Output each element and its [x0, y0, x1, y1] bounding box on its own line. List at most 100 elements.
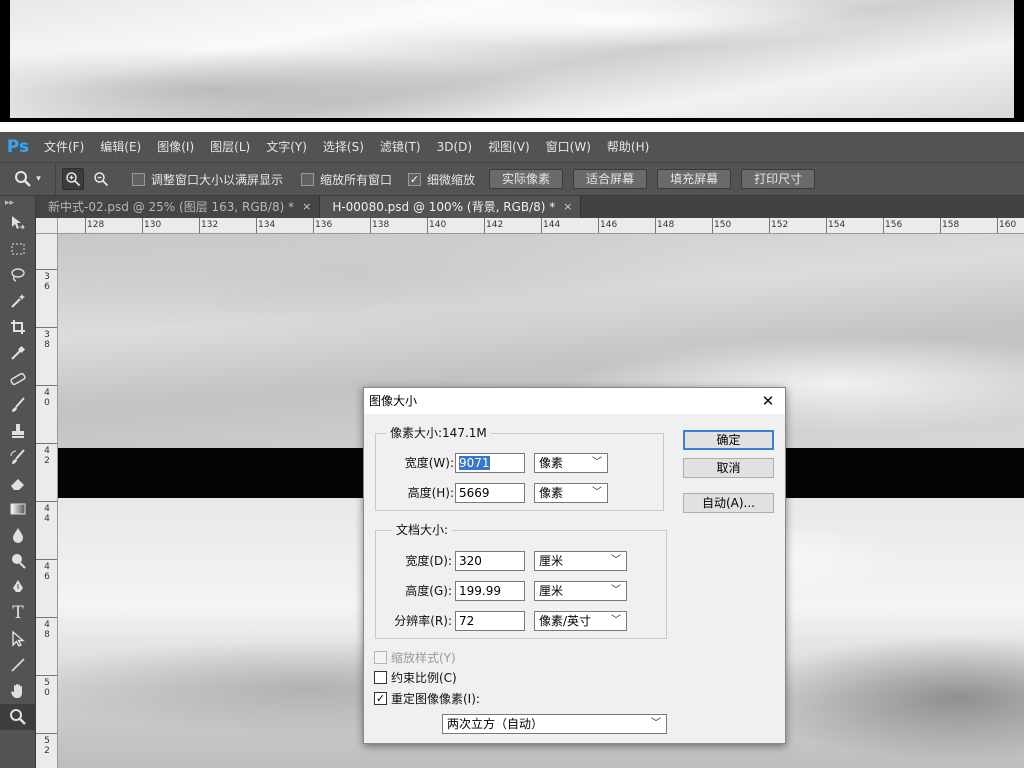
cancel-button[interactable]: 取消	[683, 458, 774, 478]
checkbox-box	[132, 172, 145, 186]
pixel-width-input[interactable]: 9071	[455, 453, 525, 473]
resample-method-select[interactable]: 两次立方（自动） ﹀	[442, 714, 667, 734]
constrain-proportions-checkbox[interactable]: 约束比例(C)	[374, 669, 457, 685]
clone-stamp-tool[interactable]	[0, 418, 36, 444]
scale-styles-checkbox[interactable]: 缩放样式(Y)	[374, 649, 456, 665]
ruler-tick-label: 128	[87, 220, 105, 230]
zoom-in-icon	[66, 172, 81, 187]
doc-height-unit-select[interactable]: 厘米 ﹀	[534, 581, 627, 601]
menu-type[interactable]: 文字(Y)	[258, 132, 315, 162]
ruler-tick-label: 138	[372, 220, 390, 230]
actual-pixels-button[interactable]: 实际像素	[489, 169, 564, 189]
menu-select[interactable]: 选择(S)	[315, 132, 372, 162]
doc-width-unit-select[interactable]: 厘米 ﹀	[534, 551, 627, 571]
lasso-icon	[11, 268, 25, 282]
ruler-tick-label: 5 0	[44, 678, 50, 698]
zoom-out-button[interactable]	[90, 168, 112, 190]
ok-button[interactable]: 确定	[683, 430, 774, 450]
blur-tool[interactable]	[0, 522, 36, 548]
ruler-tick	[36, 327, 57, 328]
tool-preset-picker[interactable]: ▾	[0, 162, 56, 196]
pixel-width-unit-select[interactable]: 像素 ﹀	[534, 453, 608, 473]
fill-screen-button[interactable]: 填充屏幕	[657, 169, 732, 189]
menu-bar: Ps 文件(F) 编辑(E) 图像(I) 图层(L) 文字(Y) 选择(S) 滤…	[0, 132, 1024, 162]
eraser-tool[interactable]	[0, 470, 36, 496]
ruler-tick	[85, 218, 86, 233]
ruler-tick-label: 142	[486, 220, 504, 230]
menu-image[interactable]: 图像(I)	[149, 132, 202, 162]
panel-collapse-grip[interactable]: ▸▸	[0, 196, 35, 210]
path-selection-tool[interactable]	[0, 626, 36, 652]
ruler-tick-label: 154	[828, 220, 846, 230]
ruler-tick	[36, 559, 57, 560]
ruler-tick-label: 3 6	[44, 272, 50, 292]
dodge-icon	[12, 554, 26, 569]
magic-wand-tool[interactable]	[0, 288, 36, 314]
drop-icon	[13, 528, 23, 543]
menu-view[interactable]: 视图(V)	[480, 132, 538, 162]
doc-width-input[interactable]: 320	[455, 551, 525, 571]
tab-document-1[interactable]: 新中式-02.psd @ 25% (图层 163, RGB/8) * ×	[36, 196, 321, 218]
crop-tool[interactable]	[0, 314, 36, 340]
type-tool[interactable]: T	[0, 600, 36, 626]
pixel-width-label: 宽度(W):	[404, 456, 454, 470]
menu-3d[interactable]: 3D(D)	[429, 132, 480, 162]
resize-windows-checkbox[interactable]: 调整窗口大小以满屏显示	[132, 171, 283, 188]
zoom-all-windows-checkbox[interactable]: 缩放所有窗口	[301, 171, 392, 188]
gradient-tool[interactable]	[0, 496, 36, 522]
ruler-origin[interactable]	[36, 218, 58, 234]
lasso-tool[interactable]	[0, 262, 36, 288]
close-icon[interactable]: ×	[302, 196, 311, 218]
menu-edit[interactable]: 编辑(E)	[92, 132, 149, 162]
scrubby-zoom-label: 细微缩放	[427, 172, 476, 187]
ruler-tick-label: 148	[657, 220, 675, 230]
fit-screen-button[interactable]: 适合屏幕	[573, 169, 648, 189]
scrubby-zoom-checkbox[interactable]: ✓ 细微缩放	[408, 171, 475, 188]
ruler-tick-label: 158	[942, 220, 960, 230]
marquee-tool[interactable]	[0, 236, 36, 262]
ruler-tick	[769, 218, 770, 233]
options-bar: ▾ 调整窗口大小以满屏显示 缩放所有窗口 ✓ 细微缩放 实际像素 适合屏幕 填充…	[0, 162, 1024, 196]
ruler-tick-label: 156	[885, 220, 903, 230]
pixel-dimensions-title: 像素大小:147.1M	[386, 426, 491, 440]
pixel-height-input[interactable]: 5669	[455, 483, 525, 503]
auto-button[interactable]: 自动(A)...	[683, 493, 774, 513]
resample-image-checkbox[interactable]: ✓ 重定图像像素(I):	[374, 690, 480, 706]
close-icon[interactable]: ✕	[759, 391, 777, 411]
resolution-label: 分辨率(R):	[394, 614, 452, 628]
ruler-tick	[712, 218, 713, 233]
vertical-ruler[interactable]: 3 6 3 8 4 0 4 2 4 4 4 6 4 8 5 0 5 2	[36, 234, 58, 768]
resolution-unit-select[interactable]: 像素/英寸 ﹀	[534, 611, 627, 631]
zoom-in-button[interactable]	[62, 168, 84, 190]
move-tool[interactable]	[0, 210, 36, 236]
line-tool[interactable]	[0, 652, 36, 678]
healing-brush-tool[interactable]	[0, 366, 36, 392]
resolution-input[interactable]: 72	[455, 611, 525, 631]
tab-document-2[interactable]: H-00080.psd @ 100% (背景, RGB/8) * ×	[320, 196, 582, 218]
ruler-tick	[36, 675, 57, 676]
brush-tool[interactable]	[0, 392, 36, 418]
menu-window[interactable]: 窗口(W)	[538, 132, 599, 162]
menu-filter[interactable]: 滤镜(T)	[372, 132, 429, 162]
eyedropper-tool[interactable]	[0, 340, 36, 366]
doc-height-input[interactable]: 199.99	[455, 581, 525, 601]
dodge-tool[interactable]	[0, 548, 36, 574]
pixel-height-unit-select[interactable]: 像素 ﹀	[534, 483, 608, 503]
pen-tool[interactable]	[0, 574, 36, 600]
print-size-button[interactable]: 打印尺寸	[741, 169, 816, 189]
marquee-icon	[11, 243, 25, 255]
ruler-tick	[36, 443, 57, 444]
menu-file[interactable]: 文件(F)	[36, 132, 92, 162]
ruler-tick-label: 132	[201, 220, 219, 230]
ruler-tick-label: 4 4	[44, 504, 50, 524]
ruler-tick	[484, 218, 485, 233]
close-icon[interactable]: ×	[563, 196, 572, 218]
zoom-tool[interactable]	[0, 704, 36, 730]
menu-layer[interactable]: 图层(L)	[202, 132, 258, 162]
checkbox-box-checked: ✓	[374, 691, 387, 705]
hand-tool[interactable]	[0, 678, 36, 704]
chevron-down-icon: ﹀	[611, 555, 621, 566]
horizontal-ruler[interactable]: 128 130 132 134 136 138 140 142 144 146 148 150 152 1…	[58, 218, 1024, 234]
menu-help[interactable]: 帮助(H)	[599, 132, 657, 162]
history-brush-tool[interactable]	[0, 444, 36, 470]
